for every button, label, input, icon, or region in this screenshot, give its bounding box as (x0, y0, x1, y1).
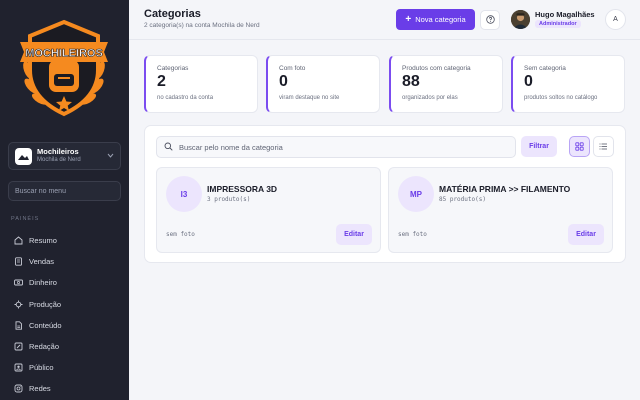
category-card: I3 IMPRESSORA 3D 3 produto(s) sem foto E… (156, 167, 381, 253)
chevron-down-icon (107, 153, 114, 160)
page-title: Categorias (144, 8, 201, 20)
page-subtitle: 2 categoria(s) na conta Mochila de Nerd (144, 22, 260, 29)
production-icon (14, 300, 23, 309)
workspace-text: Mochileiros Mochila de Nerd (37, 148, 107, 164)
money-icon (14, 278, 23, 287)
document-icon (14, 321, 23, 330)
pencil-icon (14, 342, 23, 351)
list-view-button[interactable] (593, 136, 614, 157)
stat-hint: viram destaque no site (279, 95, 340, 101)
help-icon (485, 11, 495, 29)
sidebar-item-label: Conteúdo (29, 320, 62, 330)
sidebar-search-input[interactable] (8, 181, 121, 201)
category-photo-status: sem foto (398, 231, 427, 238)
svg-text:MOCHILEIROS: MOCHILEIROS (25, 48, 103, 60)
main-content: Categorias 2 categoria(s) na conta Mochi… (129, 0, 640, 400)
account-button[interactable]: A (605, 9, 626, 30)
category-product-count: 85 produto(s) (439, 196, 486, 203)
edit-category-button[interactable]: Editar (568, 224, 604, 245)
stat-hint: organizados por elas (402, 95, 458, 101)
sidebar-item-producao[interactable]: Produção (0, 294, 129, 315)
category-photo-status: sem foto (166, 231, 195, 238)
list-icon (599, 138, 608, 156)
stat-value: 2 (157, 73, 166, 90)
stat-value: 0 (524, 73, 533, 90)
categories-panel: Filtrar I3 IMPRESSORA 3D 3 produto(s) se… (144, 125, 626, 263)
sidebar-item-vendas[interactable]: Vendas (0, 251, 129, 272)
stat-card-com-foto: Com foto 0 viram destaque no site (266, 55, 380, 113)
top-bar: Categorias 2 categoria(s) na conta Mochi… (129, 0, 640, 40)
stat-hint: no cadastro da conta (157, 95, 214, 101)
plus-icon: + (405, 13, 412, 25)
sidebar-item-publico[interactable]: Público (0, 357, 129, 378)
search-icon (164, 138, 173, 156)
category-initials-badge: I3 (166, 176, 202, 212)
category-name: IMPRESSORA 3D (207, 184, 278, 194)
sidebar-item-label: Redes (29, 384, 51, 394)
sidebar-item-label: Vendas (29, 257, 55, 267)
grid-icon (575, 138, 584, 156)
user-role-badge: Administrador (535, 20, 581, 28)
people-icon (14, 363, 23, 372)
edit-category-button[interactable]: Editar (336, 224, 372, 245)
stat-label: Sem categoria (524, 65, 566, 72)
receipt-icon (14, 257, 23, 266)
sidebar-item-label: Produção (29, 299, 62, 309)
category-name: MATÉRIA PRIMA >> FILAMENTO (439, 184, 571, 194)
category-card: MP MATÉRIA PRIMA >> FILAMENTO 85 produto… (388, 167, 613, 253)
stat-card-produtos-com-categoria: Produtos com categoria 88 organizados po… (389, 55, 503, 113)
stat-label: Com foto (279, 65, 306, 72)
filter-button[interactable]: Filtrar (521, 136, 557, 157)
sidebar-item-redacao[interactable]: Redação (0, 336, 129, 357)
workspace-name: Mochileiros (37, 148, 79, 157)
sidebar: MOCHILEIROS Mochileiros Mochila de Nerd … (0, 0, 129, 400)
stat-value: 88 (402, 73, 420, 90)
workspace-avatar (15, 147, 32, 165)
sidebar-item-label: Resumo (29, 236, 57, 246)
sidebar-item-label: Redação (29, 342, 60, 352)
user-avatar[interactable] (511, 10, 530, 29)
brand-logo[interactable]: MOCHILEIROS (14, 18, 114, 118)
sidebar-item-label: Dinheiro (29, 278, 57, 288)
sidebar-item-resumo[interactable]: Resumo (0, 230, 129, 251)
sidebar-item-redes[interactable]: Redes (0, 378, 129, 399)
stat-value: 0 (279, 73, 288, 90)
stat-card-sem-categoria: Sem categoria 0 produtos soltos no catál… (511, 55, 625, 113)
new-category-label: Nova categoria (415, 15, 466, 24)
sidebar-item-dinheiro[interactable]: Dinheiro (0, 272, 129, 293)
user-name: Hugo Magalhães (535, 10, 595, 19)
stat-label: Categorias (157, 65, 189, 72)
home-icon (14, 236, 23, 245)
category-search-box[interactable] (156, 136, 516, 158)
grid-view-button[interactable] (569, 136, 590, 157)
new-category-button[interactable]: + Nova categoria (396, 9, 475, 30)
category-product-count: 3 produto(s) (207, 196, 251, 203)
stat-card-categorias: Categorias 2 no cadastro da conta (144, 55, 258, 113)
category-initials-badge: MP (398, 176, 434, 212)
sidebar-nav: Resumo Vendas Dinheiro Produção Conteúdo… (0, 230, 129, 400)
sidebar-item-label: Público (29, 363, 54, 373)
category-search-input[interactable] (179, 142, 509, 152)
stat-label: Produtos com categoria (402, 65, 471, 72)
stat-hint: produtos soltos no catálogo (524, 95, 598, 101)
help-button[interactable] (480, 10, 500, 30)
workspace-subtitle: Mochila de Nerd (37, 156, 81, 163)
sidebar-item-conteudo[interactable]: Conteúdo (0, 315, 129, 336)
sidebar-section-label: PAINÉIS (11, 216, 40, 222)
instagram-icon (14, 384, 23, 393)
workspace-switcher[interactable]: Mochileiros Mochila de Nerd (8, 142, 121, 170)
